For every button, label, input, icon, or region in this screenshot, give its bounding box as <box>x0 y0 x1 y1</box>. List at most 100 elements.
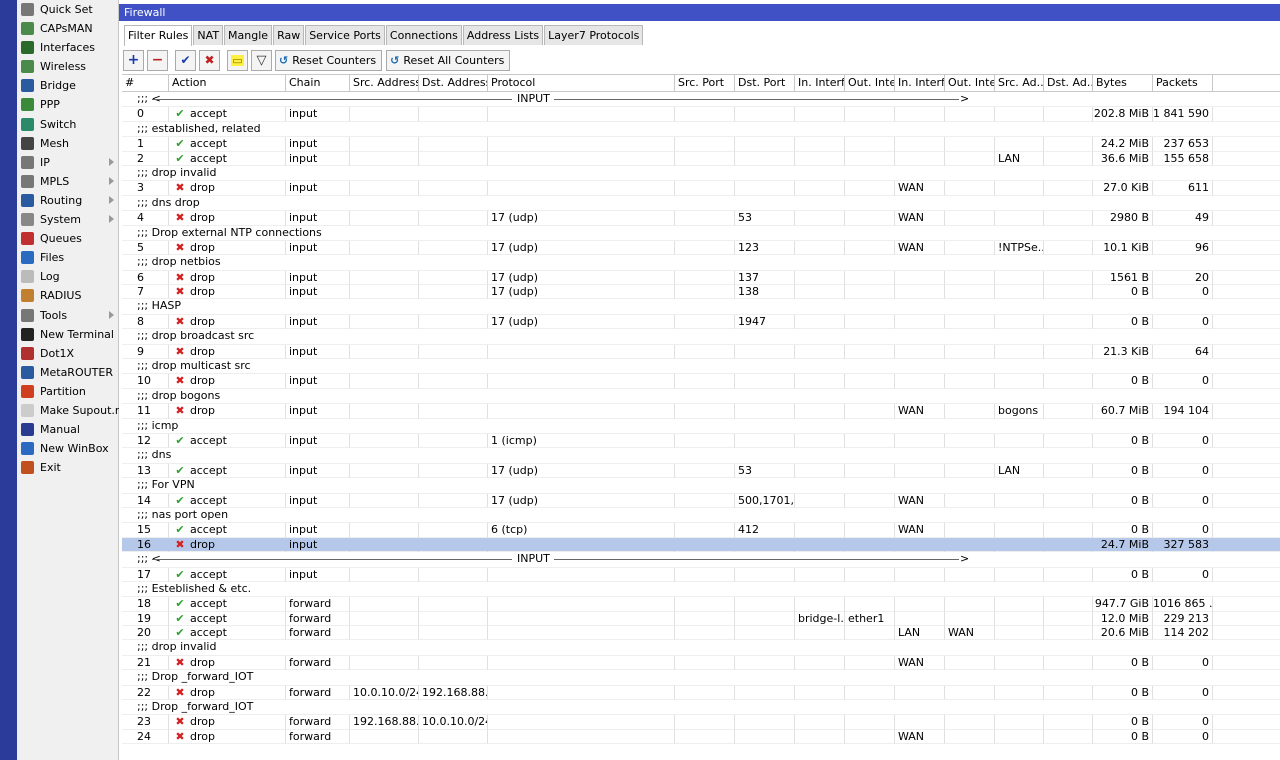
table-row[interactable]: 0 ✔ accept input 202.8 MiB 1 841 590 <box>122 107 1280 122</box>
cell-action: ✔ accept <box>169 611 286 627</box>
table-row[interactable]: 18 ✔ accept forward 947.7 GiB 1016 865 ... <box>122 597 1280 612</box>
table-row[interactable]: 8 ✖ drop input 17 (udp) 1947 0 B0 <box>122 314 1280 330</box>
sidebar-item-new-winbox[interactable]: New WinBox <box>17 439 118 458</box>
table-row[interactable]: 4 ✖ drop input 17 (udp) 53 WAN 2980 B 49 <box>122 211 1280 226</box>
sidebar-item-ppp[interactable]: PPP <box>17 95 118 114</box>
column-header-index[interactable]: # <box>122 75 169 91</box>
table-row[interactable]: 17 ✔ accept input 0 B0 <box>122 567 1280 582</box>
column-header-out-interface[interactable]: Out. Inte... <box>845 75 895 91</box>
cell-packets: 1 841 590 <box>1153 107 1213 122</box>
sidebar-item-bridge[interactable]: Bridge <box>17 76 118 95</box>
table-row[interactable]: 21 ✖ drop forward WAN 0 B0 <box>122 655 1280 671</box>
sidebar-item-interfaces[interactable]: Interfaces <box>17 38 118 57</box>
sidebar-item-partition[interactable]: Partition <box>17 382 118 401</box>
column-header-chain[interactable]: Chain <box>286 75 350 91</box>
sidebar-item-quick-set[interactable]: Quick Set <box>17 0 118 19</box>
table-row[interactable]: 6 ✖ drop input 17 (udp) 137 1561 B 20 <box>122 270 1280 286</box>
table-row[interactable]: 10 ✖ drop input 0 B0 <box>122 374 1280 389</box>
sidebar-item-log[interactable]: Log <box>17 267 118 286</box>
table-row[interactable]: 2 ✔ accept input LAN 36.6 MiB 155 658 <box>122 151 1280 166</box>
table-row[interactable]: 20 ✔ accept forward LAN WAN 20.6 MiB 114 202 <box>122 626 1280 641</box>
column-header-dst-address-list[interactable]: Dst. Ad... <box>1044 75 1093 91</box>
add-button[interactable]: + <box>123 49 144 71</box>
tab-raw[interactable]: Raw <box>273 25 305 45</box>
files-icon <box>21 251 34 265</box>
sidebar-item-capsman[interactable]: CAPsMAN <box>17 19 118 38</box>
sidebar-item-mpls[interactable]: MPLS <box>17 172 118 191</box>
table-row[interactable]: 23 ✖ drop forward192.168.88.0...10.0.10.0/2… <box>122 715 1280 730</box>
column-header-protocol[interactable]: Protocol <box>488 75 675 91</box>
cell-bytes: 0 B <box>1093 685 1153 701</box>
table-row[interactable]: 16 ✖ drop input 24.7 MiB 327 583 <box>122 537 1280 553</box>
enable-button[interactable]: ✔ <box>175 49 196 71</box>
table-row[interactable]: 12 ✔ accept input 1 (icmp) 0 B0 <box>122 433 1280 449</box>
column-header-dst-address[interactable]: Dst. Address <box>419 75 488 91</box>
tab-nat[interactable]: NAT <box>193 25 224 45</box>
sidebar-item-tools[interactable]: Tools <box>17 306 118 325</box>
cell-dst-address-list <box>1044 729 1093 745</box>
column-header-in-interface[interactable]: In. Interf... <box>795 75 845 91</box>
tab-filter-rules[interactable]: Filter Rules <box>124 25 193 46</box>
table-row[interactable]: 14 ✔ accept input 17 (udp) 500,1701,... WAN 0 B… <box>122 493 1280 508</box>
table-row[interactable]: 3 ✖ drop input WAN 27.0 KiB 611 <box>122 181 1280 196</box>
column-header-src-address[interactable]: Src. Address <box>350 75 419 91</box>
sidebar-item-new-terminal[interactable]: New Terminal <box>17 325 118 344</box>
cell-dst-port <box>735 537 795 553</box>
column-header-dst-port[interactable]: Dst. Port <box>735 75 795 91</box>
table-row[interactable]: 7 ✖ drop input 17 (udp) 138 0 B0 <box>122 285 1280 300</box>
reset-all-counters-button[interactable]: ↺ Reset All Counters <box>386 49 511 71</box>
cell-dst-address-list <box>1044 523 1093 538</box>
sidebar-item-system[interactable]: System <box>17 210 118 229</box>
sidebar-item-files[interactable]: Files <box>17 248 118 267</box>
action-label: drop <box>190 211 215 225</box>
sidebar-item-queues[interactable]: Queues <box>17 229 118 248</box>
table-row[interactable]: 19 ✔ accept forward bridge-l...ether1 12.0 Mi… <box>122 611 1280 627</box>
cell-protocol <box>488 107 675 122</box>
tab-address-lists[interactable]: Address Lists <box>462 25 544 45</box>
column-header-bytes[interactable]: Bytes <box>1093 75 1153 91</box>
table-row[interactable]: 5 ✖ drop input 17 (udp) 123 WAN !NTPSe... 10.1 K… <box>122 240 1280 256</box>
column-header-out-interface-list[interactable]: Out. Inte... <box>945 75 995 91</box>
sidebar-item-ip[interactable]: IP <box>17 153 118 172</box>
sidebar-item-radius[interactable]: RADIUS <box>17 286 118 305</box>
filter-button[interactable]: ▽ <box>251 49 272 71</box>
table-row[interactable]: 9 ✖ drop input 21.3 KiB 64 <box>122 344 1280 360</box>
table-row[interactable]: 1 ✔ accept input 24.2 MiB 237 653 <box>122 137 1280 152</box>
cell-packets: 0 <box>1153 523 1213 538</box>
action-label: drop <box>190 285 215 299</box>
table-row[interactable]: 22 ✖ drop forward10.0.10.0/24192.168.88.0..… <box>122 685 1280 701</box>
table-row[interactable]: 13 ✔ accept input 17 (udp) 53 LAN 0 B0 <box>122 463 1280 479</box>
tab-service-ports[interactable]: Service Ports <box>305 25 385 45</box>
sidebar-item-dot1x[interactable]: Dot1X <box>17 344 118 363</box>
sidebar-item-mesh[interactable]: Mesh <box>17 134 118 153</box>
table-row[interactable]: 24 ✖ drop forward WAN 0 B0 <box>122 729 1280 745</box>
column-header-in-interface-list[interactable]: In. Interf... <box>895 75 945 91</box>
tab-layer7-protocols[interactable]: Layer7 Protocols <box>544 25 644 45</box>
cell-out-interface <box>845 240 895 256</box>
reset-counters-button[interactable]: ↺ Reset Counters <box>275 49 383 71</box>
sidebar-item-wireless[interactable]: Wireless <box>17 57 118 76</box>
cell-out-interface-list <box>945 567 995 582</box>
remove-button[interactable]: − <box>147 49 168 71</box>
table-row[interactable]: 11 ✖ drop input WAN bogons 60.7 MiB 194 104 <box>122 404 1280 419</box>
column-header-src-address-list[interactable]: Src. Ad... <box>995 75 1044 91</box>
cell-dst-address-list <box>1044 404 1093 419</box>
column-header-action[interactable]: Action <box>169 75 286 91</box>
sidebar-item-manual[interactable]: Manual <box>17 420 118 439</box>
tab-mangle[interactable]: Mangle <box>224 25 273 45</box>
cell-out-interface-list <box>945 611 995 627</box>
sidebar-item-exit[interactable]: Exit <box>17 458 118 477</box>
table-row[interactable]: 15 ✔ accept input 6 (tcp) 412 WAN 0 B0 <box>122 523 1280 538</box>
sidebar-item-make-supout-rif[interactable]: Make Supout.rif <box>17 401 126 420</box>
column-header-src-port[interactable]: Src. Port <box>675 75 735 91</box>
column-header-packets[interactable]: Packets <box>1153 75 1213 91</box>
cell-action: ✔ accept <box>169 523 286 538</box>
tab-connections[interactable]: Connections <box>385 25 462 45</box>
comment-button[interactable]: ▭ <box>227 49 248 71</box>
sidebar-item-switch[interactable]: Switch <box>17 115 118 134</box>
drop-x-icon: ✖ <box>175 344 185 358</box>
sidebar-item-routing[interactable]: Routing <box>17 191 118 210</box>
disable-button[interactable]: ✖ <box>199 49 220 71</box>
cell-dst-address-list <box>1044 567 1093 582</box>
sidebar-item-metarouter[interactable]: MetaROUTER <box>17 363 118 382</box>
